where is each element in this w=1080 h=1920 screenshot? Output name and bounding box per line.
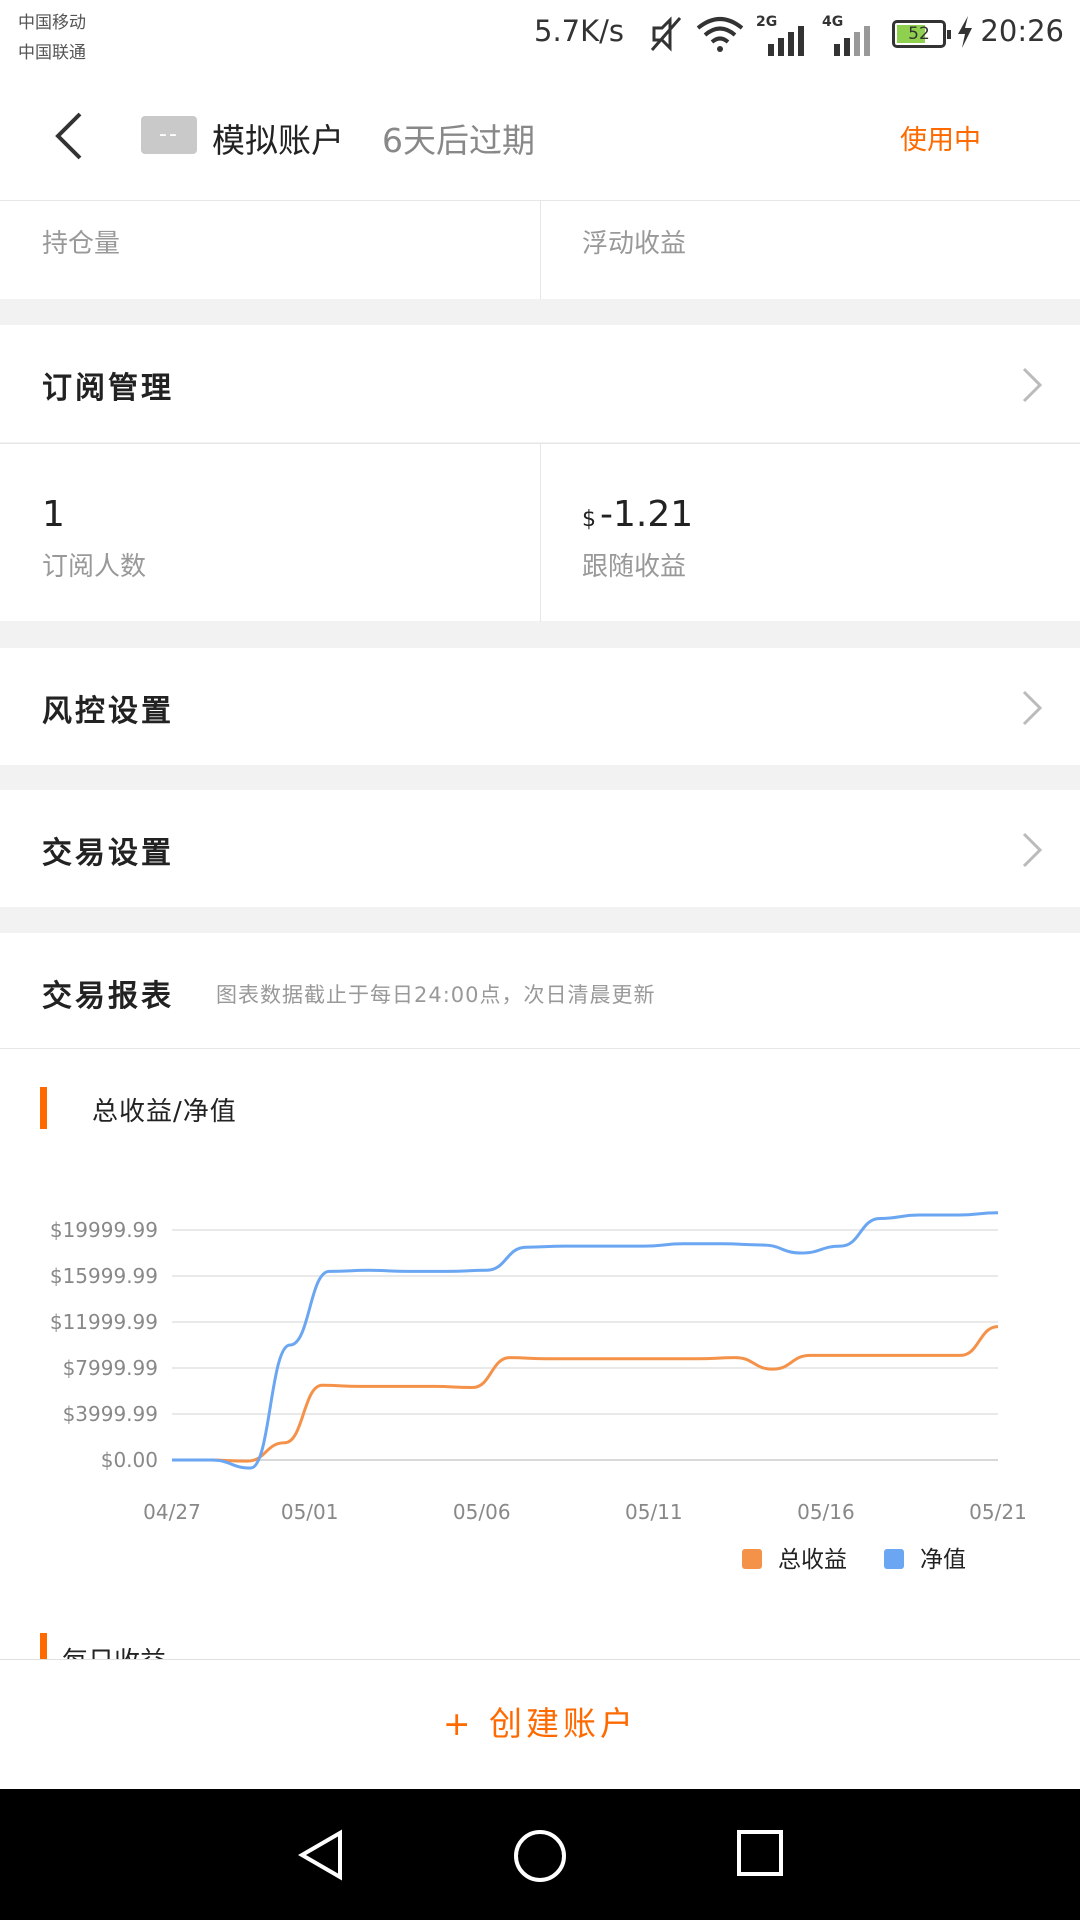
signal-2g-icon: 2G bbox=[756, 14, 804, 56]
chevron-right-icon bbox=[1022, 690, 1043, 726]
battery-icon: 52 bbox=[892, 20, 951, 48]
charging-icon bbox=[958, 16, 972, 48]
nav-recent-icon[interactable] bbox=[736, 1829, 784, 1877]
account-status[interactable]: 使用中 bbox=[900, 118, 981, 157]
risk-settings-title: 风控设置 bbox=[42, 694, 174, 729]
x-tick-label: 05/11 bbox=[625, 1500, 683, 1524]
divider bbox=[540, 201, 541, 299]
net-speed: 5.7K/s bbox=[534, 14, 625, 48]
floating-profit-label: 浮动收益 bbox=[582, 229, 687, 259]
chevron-right-icon bbox=[1022, 367, 1043, 403]
legend-swatch bbox=[742, 1549, 762, 1569]
legend-total-profit[interactable]: 总收益 bbox=[742, 1540, 847, 1574]
chevron-right-icon bbox=[1022, 832, 1043, 868]
position-label: 持仓量 bbox=[42, 229, 121, 259]
currency-symbol: $ bbox=[582, 507, 596, 532]
trade-report-note: 图表数据截止于每日24:00点，次日清晨更新 bbox=[216, 983, 656, 1007]
profit-chart-panel: 总收益/净值 $0.00 $3999.99 $7999.99 $11999.99 $15… bbox=[0, 1049, 1080, 1659]
account-tag: -- bbox=[141, 116, 197, 154]
trade-report-title: 交易报表 bbox=[42, 979, 174, 1014]
subscribers-label: 订阅人数 bbox=[42, 552, 147, 582]
y-tick-label: $11999.99 bbox=[50, 1310, 158, 1334]
mute-icon bbox=[650, 16, 682, 52]
status-bar: 中国移动 中国联通 5.7K/s 2G 4G 52 20:26 bbox=[0, 0, 1080, 70]
y-tick-label: $3999.99 bbox=[63, 1402, 158, 1426]
accent-bar bbox=[40, 1633, 47, 1659]
wifi-icon bbox=[696, 17, 744, 52]
nav-back-icon[interactable] bbox=[296, 1829, 346, 1881]
follow-profit-value: $ -1.21 bbox=[582, 494, 693, 535]
subscription-row[interactable]: 订阅管理 bbox=[0, 325, 1080, 442]
series-line-total-profit bbox=[171, 1325, 999, 1463]
legend-swatch bbox=[884, 1549, 904, 1569]
position-stats: 持仓量 浮动收益 bbox=[0, 201, 1080, 299]
subscribers-value: 1 bbox=[42, 494, 65, 535]
carrier-1: 中国移动 bbox=[18, 13, 86, 33]
subscription-title: 订阅管理 bbox=[42, 371, 174, 406]
y-tick-label: $7999.99 bbox=[63, 1356, 158, 1380]
account-name: 模拟账户 bbox=[212, 121, 344, 160]
y-tick-label: $15999.99 bbox=[50, 1264, 158, 1288]
divider bbox=[540, 444, 541, 622]
x-tick-label: 05/21 bbox=[969, 1500, 1027, 1524]
battery-level: 52 bbox=[908, 24, 930, 44]
account-expire: 6天后过期 bbox=[382, 121, 535, 160]
x-tick-label: 05/06 bbox=[453, 1500, 511, 1524]
legend-net-value[interactable]: 净值 bbox=[884, 1540, 966, 1574]
profit-chart: $0.00 $3999.99 $7999.99 $11999.99 $15999.99 $… bbox=[50, 1211, 1027, 1524]
risk-settings-row[interactable]: 风控设置 bbox=[0, 648, 1080, 765]
legend-label: 净值 bbox=[920, 1547, 966, 1573]
back-icon[interactable] bbox=[50, 108, 90, 164]
clock: 20:26 bbox=[980, 14, 1064, 48]
y-tick-label: $0.00 bbox=[101, 1448, 158, 1472]
legend-label: 总收益 bbox=[778, 1547, 847, 1573]
subscription-stats: 1 订阅人数 $ -1.21 跟随收益 bbox=[0, 443, 1080, 622]
follow-profit-amount: -1.21 bbox=[600, 494, 694, 535]
signal-4g-icon: 4G bbox=[822, 14, 870, 56]
x-tick-label: 05/01 bbox=[281, 1500, 339, 1524]
create-account-button[interactable]: + 创建账户 bbox=[0, 1659, 1080, 1789]
daily-profit-title: 每日收益 bbox=[62, 1641, 166, 1659]
trade-settings-row[interactable]: 交易设置 bbox=[0, 790, 1080, 907]
x-tick-label: 05/16 bbox=[797, 1500, 855, 1524]
trade-report-header: 交易报表 图表数据截止于每日24:00点，次日清晨更新 bbox=[0, 933, 1080, 1049]
trade-settings-title: 交易设置 bbox=[42, 836, 174, 871]
signal-2g-label: 2G bbox=[756, 14, 777, 30]
nav-home-icon[interactable] bbox=[513, 1829, 567, 1883]
system-nav-bar bbox=[0, 1789, 1080, 1920]
series-line-net-value bbox=[171, 1211, 999, 1470]
follow-profit-label: 跟随收益 bbox=[582, 552, 687, 582]
app-header: -- 模拟账户 6天后过期 使用中 bbox=[0, 70, 1080, 201]
y-tick-label: $19999.99 bbox=[50, 1218, 158, 1242]
x-tick-label: 04/27 bbox=[143, 1500, 201, 1524]
signal-4g-label: 4G bbox=[822, 14, 843, 30]
carrier-2: 中国联通 bbox=[18, 43, 86, 63]
